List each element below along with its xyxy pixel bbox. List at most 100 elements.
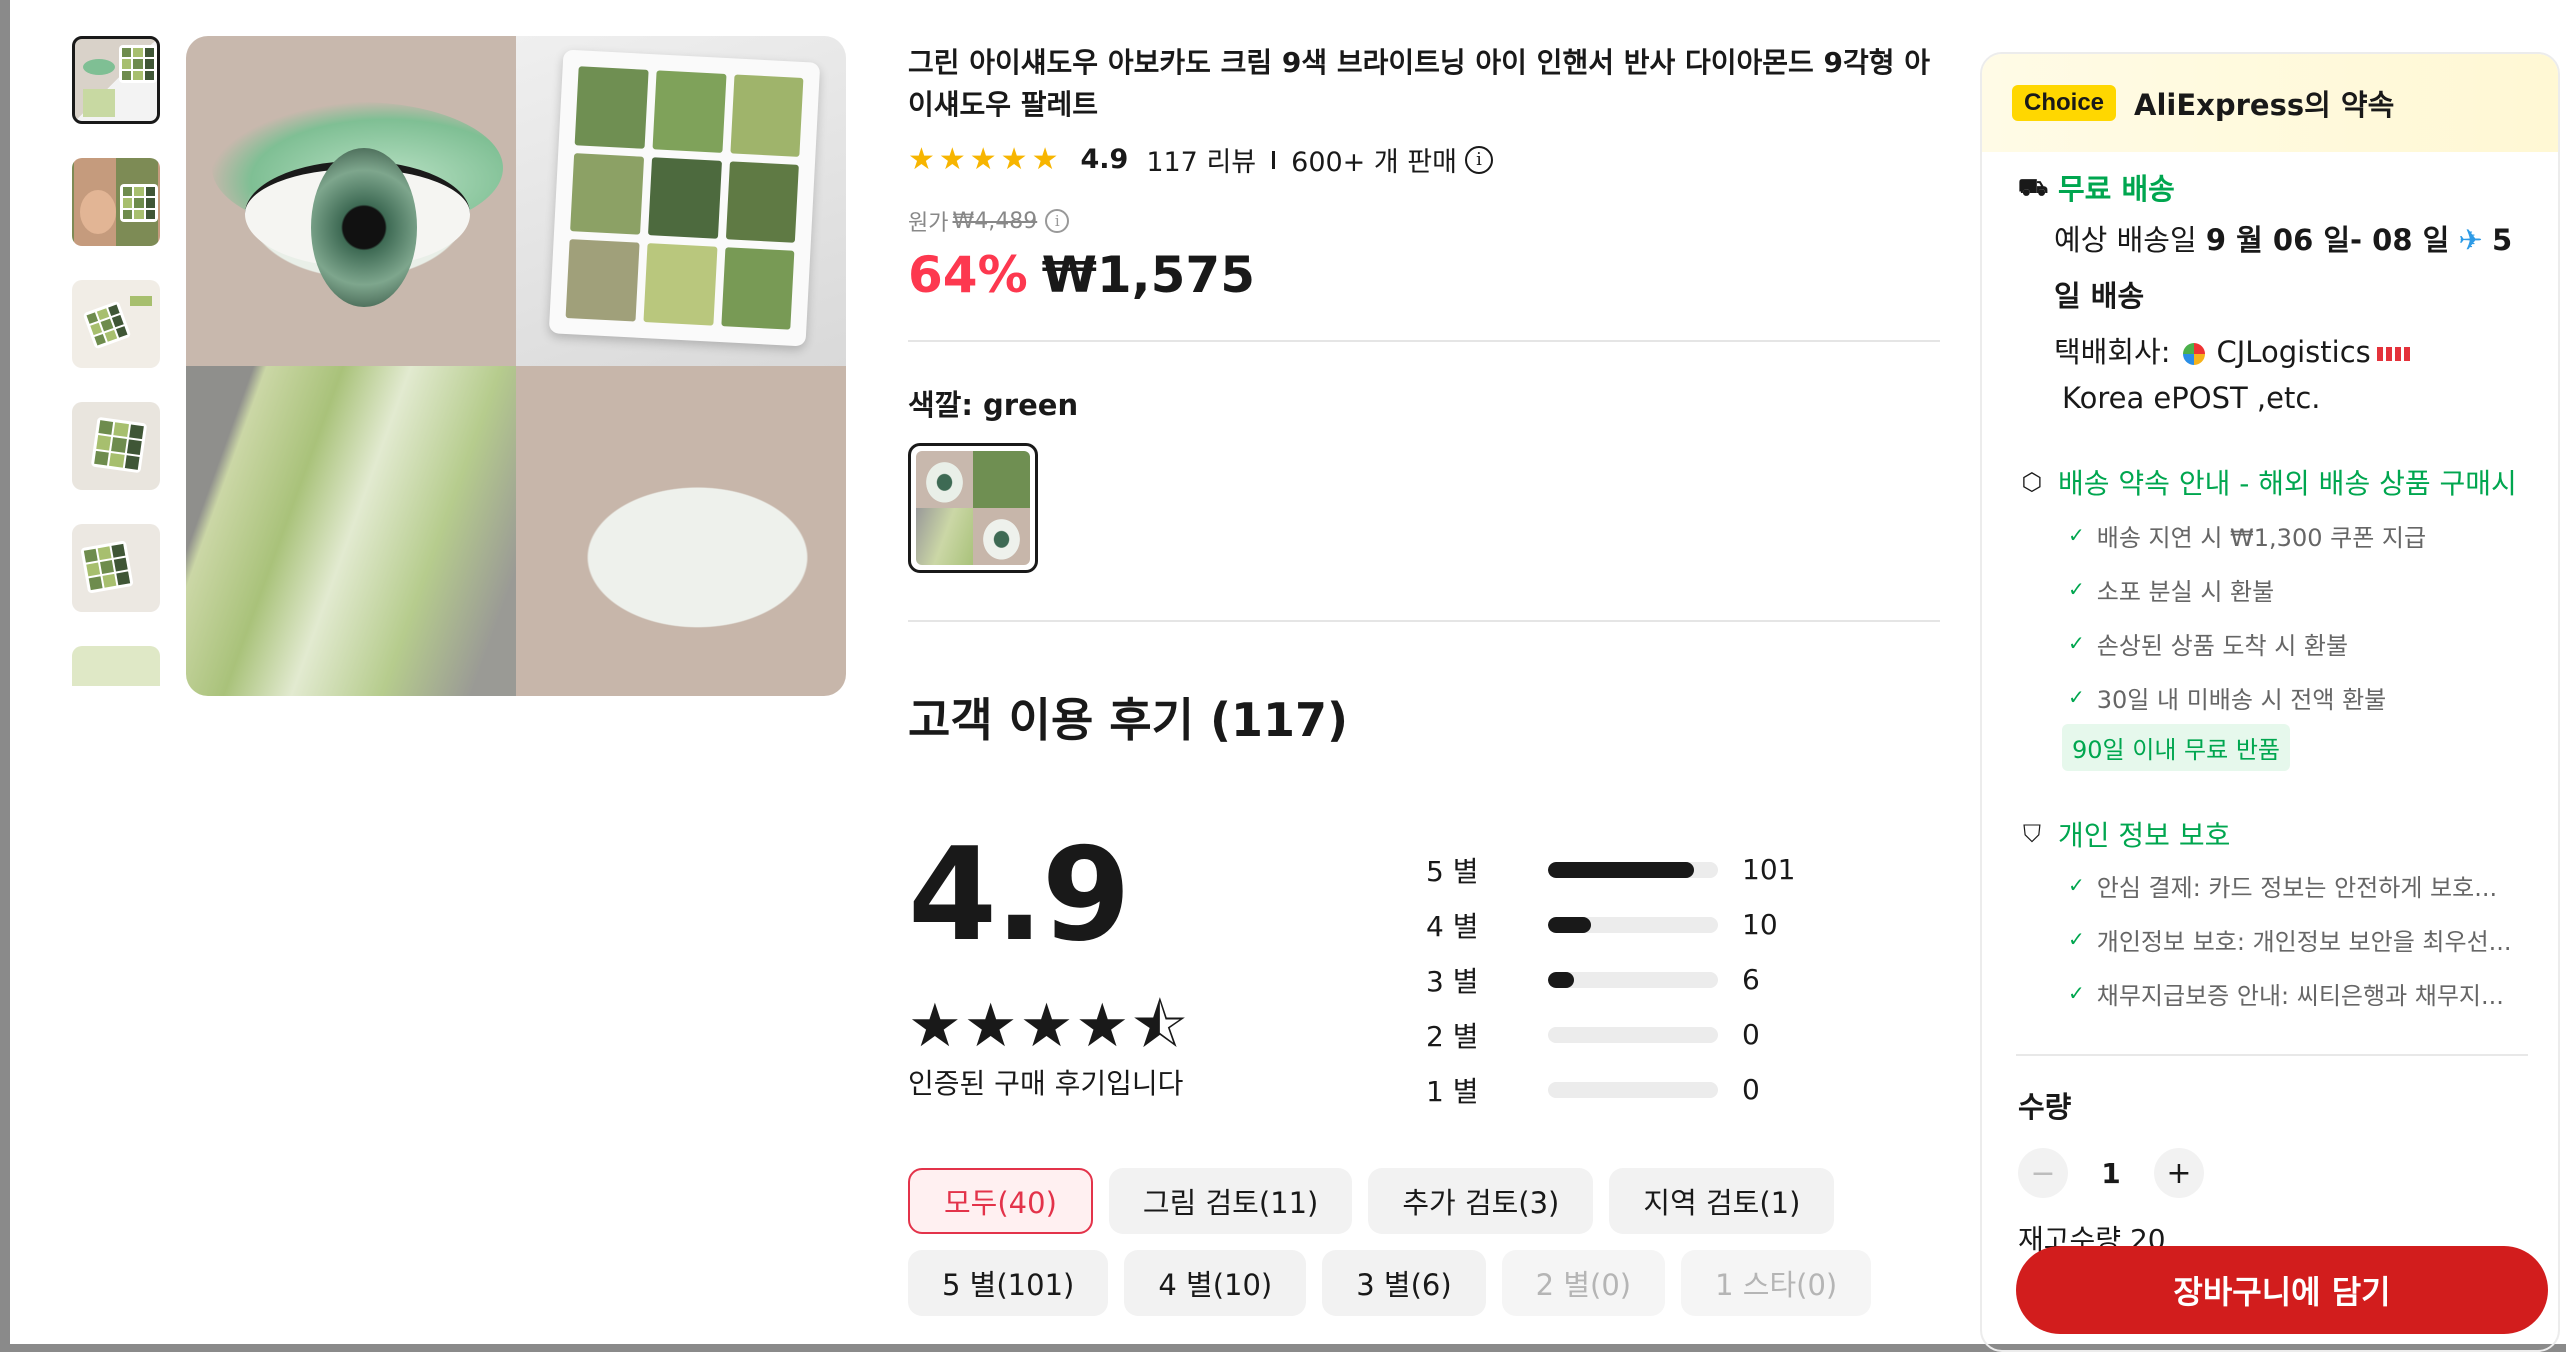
thumbnail[interactable] (72, 36, 160, 124)
delivery-estimate: 예상 배송일 9 월 06 일- 08 일 ✈ 5 일 배송 (2018, 212, 2528, 324)
histogram-label: 5 별 (1426, 854, 1479, 888)
histogram-bar (1548, 916, 1718, 933)
histogram-label: 1 별 (1426, 1074, 1479, 1108)
histogram-row: 5 별 101 (1426, 842, 1795, 897)
histogram-row: 1 별 0 (1426, 1062, 1795, 1117)
carrier-name: CJLogistics (2216, 335, 2371, 369)
info-icon[interactable]: i (1045, 209, 1070, 233)
review-score: 4.9 (908, 821, 1131, 970)
histogram-count: 101 (1742, 853, 1796, 886)
check-item-label: 소포 분실 시 환불 (2096, 577, 2275, 606)
rating-value: 4.9 (1080, 144, 1129, 175)
histogram-bar (1548, 971, 1718, 988)
check-item-label: 30일 내 미배송 시 전액 환불 (2096, 685, 2387, 714)
histogram-fill (1548, 971, 1574, 988)
histogram-fill (1548, 916, 1591, 933)
add-to-cart-button[interactable]: 장바구니에 담기 (2016, 1246, 2548, 1334)
carrier-label: 택배회사: (2054, 335, 2171, 369)
original-price: ₩4,489 (952, 208, 1038, 234)
histogram-label: 3 별 (1426, 964, 1479, 998)
thumbnail[interactable] (72, 646, 160, 686)
filter-chip[interactable]: 2 별(0) (1501, 1250, 1666, 1316)
histogram-count: 0 (1742, 1018, 1760, 1051)
filter-chip[interactable]: 추가 검토(3) (1368, 1168, 1594, 1234)
purchase-panel: Choice AliExpress의 약속 ⛟ 무료 배송 예상 배송일 9 월… (1980, 52, 2560, 1352)
filter-chip[interactable]: 1 스타(0) (1681, 1250, 1872, 1316)
check-item-label: 개인정보 보호: 개인정보 보안을 최우선... (2096, 927, 2512, 956)
divider (908, 620, 1940, 622)
privacy-title: 개인 정보 보호 (2058, 819, 2231, 852)
check-item: ✓ 30일 내 미배송 시 전액 환불 (2018, 670, 2528, 724)
verified-text: 인증된 구매 후기입니다 (908, 1067, 1184, 1100)
check-item: ✓ 소포 분실 시 환불 (2018, 562, 2528, 616)
histogram-row: 2 별 0 (1426, 1007, 1795, 1062)
plane-icon: ✈ (2458, 223, 2483, 257)
review-filters: 모두(40) 그림 검토(11) 추가 검토(3) 지역 검토(1) 5 별(101)… (908, 1168, 1940, 1332)
increase-button[interactable]: + (2154, 1148, 2204, 1198)
thumbnail[interactable] (72, 524, 160, 612)
privacy-heading[interactable]: ⛉ 개인 정보 보호 (2018, 814, 2528, 854)
original-price-row: 원가 ₩4,489 i (908, 205, 1070, 237)
rating-histogram: 5 별 101 4 별 10 3 별 6 2 별 0 1 별 0 (1426, 842, 1795, 1117)
shield-icon: ⛉ (2023, 820, 2041, 848)
thumbnail[interactable] (72, 158, 160, 246)
delivery-suffix: 일 배송 (2054, 279, 2145, 313)
check-item: ✓ 채무지급보증 안내: 씨티은행과 채무지... (2018, 966, 2528, 1020)
discount-percent: 64% (908, 246, 1028, 304)
free-shipping-label: 무료 배송 (2058, 172, 2175, 206)
choice-badge: Choice (2012, 85, 2117, 121)
check-icon: ✓ (2068, 981, 2085, 1005)
filter-chip[interactable]: 그림 검토(11) (1108, 1168, 1353, 1234)
filter-chip[interactable]: 모두(40) (908, 1168, 1093, 1234)
delivery-days: 5 (2492, 223, 2513, 257)
check-icon: ✓ (2068, 873, 2085, 897)
divider (2016, 1054, 2528, 1056)
check-item: ✓ 손상된 상품 도착 시 환불 (2018, 616, 2528, 670)
histogram-fill (1548, 861, 1695, 878)
filter-chip[interactable]: 5 별(101) (908, 1250, 1109, 1316)
check-item-label: 채무지급보증 안내: 씨티은행과 채무지... (2096, 981, 2504, 1010)
histogram-row: 4 별 10 (1426, 897, 1795, 952)
histogram-label: 4 별 (1426, 909, 1479, 943)
rating-summary[interactable]: ★★★★★ 4.9 117 리뷰 600+ 개 판매 i (908, 140, 1493, 179)
main-product-image[interactable] (186, 36, 846, 696)
filter-chip[interactable]: 지역 검토(1) (1609, 1168, 1835, 1234)
histogram-bar (1548, 1081, 1718, 1098)
reviews-title: 고객 이용 후기 (117) (908, 693, 1349, 747)
check-item-label: 배송 지연 시 ₩1,300 쿠폰 지급 (2096, 523, 2427, 552)
shipping-section: ⛟ 무료 배송 예상 배송일 9 월 06 일- 08 일 ✈ 5 일 배송 택… (2018, 166, 2528, 416)
choice-title: AliExpress의 약속 (2134, 88, 2395, 122)
free-shipping-heading[interactable]: ⛟ 무료 배송 (2018, 166, 2528, 208)
thumbnail[interactable] (72, 280, 160, 368)
color-option-green[interactable] (908, 443, 1038, 573)
quantity-stepper: − 1 + (2018, 1148, 2528, 1198)
promise-heading[interactable]: ⬡ 배송 약속 안내 - 해외 배송 상품 구매시 (2018, 462, 2528, 502)
quantity-section: 수량 − 1 + 재고수량 20 (2018, 1084, 2528, 1258)
review-count[interactable]: 117 리뷰 (1146, 140, 1256, 179)
check-icon: ✓ (2068, 685, 2085, 709)
check-item-label: 안심 결제: 카드 정보는 안전하게 보호... (2096, 873, 2498, 902)
filter-chip[interactable]: 4 별(10) (1124, 1250, 1307, 1316)
thumbnail-strip[interactable] (72, 36, 164, 686)
privacy-section: ⛉ 개인 정보 보호 ✓ 안심 결제: 카드 정보는 안전하게 보호... ✓ 개인정… (2018, 814, 2528, 1020)
histogram-count: 6 (1742, 963, 1760, 996)
original-price-label: 원가 (908, 211, 949, 236)
free-return-tag: 90일 이내 무료 반품 (2062, 724, 2290, 771)
quantity-value[interactable]: 1 (2096, 1157, 2126, 1190)
check-icon: ✓ (2068, 927, 2085, 951)
choice-header: Choice AliExpress의 약속 (1982, 54, 2558, 152)
quantity-label: 수량 (2018, 1090, 2072, 1124)
korea-post-icon (2376, 347, 2411, 361)
eye-photo (186, 36, 516, 366)
delivery-promise-section: ⬡ 배송 약속 안내 - 해외 배송 상품 구매시 ✓ 배송 지연 시 ₩1,30… (2018, 462, 2528, 771)
check-item: ✓ 안심 결제: 카드 정보는 안전하게 보호... (2018, 858, 2528, 912)
histogram-count: 0 (1742, 1073, 1760, 1106)
filter-chip[interactable]: 3 별(6) (1322, 1250, 1486, 1316)
product-title: 그린 아이섀도우 아보카도 크림 9색 브라이트닝 아이 인핸서 반사 다이아몬… (908, 46, 1931, 121)
info-icon[interactable]: i (1464, 145, 1493, 174)
delivery-date: 9 월 06 일- 08 일 (2205, 223, 2450, 257)
thumbnail[interactable] (72, 402, 160, 490)
histogram-bar (1548, 1026, 1718, 1043)
box-icon: ⬡ (2021, 468, 2043, 496)
decrease-button[interactable]: − (2018, 1148, 2068, 1198)
